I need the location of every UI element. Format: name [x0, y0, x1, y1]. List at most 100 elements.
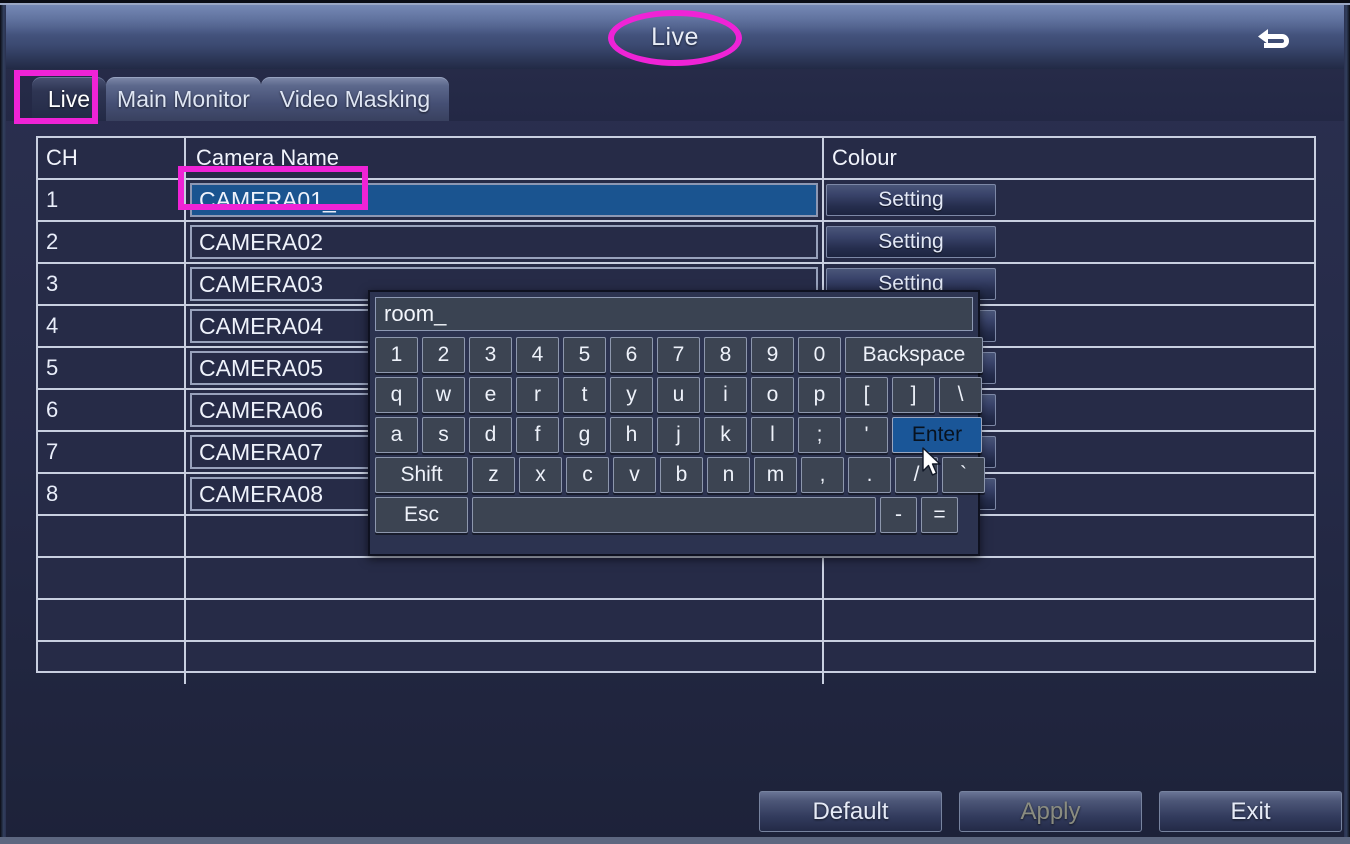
window-right-edge: [1344, 5, 1350, 838]
cell-colour: [824, 558, 1314, 598]
key-period[interactable]: .: [848, 457, 891, 493]
key-space[interactable]: [472, 497, 876, 533]
onscreen-keyboard: room_ 1 2 3 4 5 6 7 8 9 0 Backspace q w …: [368, 290, 980, 556]
key-y[interactable]: y: [610, 377, 653, 413]
camera-name-input[interactable]: CAMERA02: [190, 225, 818, 259]
key-h[interactable]: h: [610, 417, 653, 453]
apply-button[interactable]: Apply: [959, 791, 1142, 832]
key-1[interactable]: 1: [375, 337, 418, 373]
key-a[interactable]: a: [375, 417, 418, 453]
header-cell-colour: Colour: [824, 138, 1314, 178]
table-row-empty: [38, 600, 1314, 642]
cell-channel: 3: [38, 264, 186, 304]
key-6[interactable]: 6: [610, 337, 653, 373]
key-backtick[interactable]: `: [942, 457, 985, 493]
key-8[interactable]: 8: [704, 337, 747, 373]
key-s[interactable]: s: [422, 417, 465, 453]
cell-channel: 6: [38, 390, 186, 430]
key-t[interactable]: t: [563, 377, 606, 413]
key-m[interactable]: m: [754, 457, 797, 493]
cell-channel: [38, 642, 186, 684]
key-esc[interactable]: Esc: [375, 497, 468, 533]
header-cell-ch: CH: [38, 138, 186, 178]
key-o[interactable]: o: [751, 377, 794, 413]
key-v[interactable]: v: [613, 457, 656, 493]
tab-live[interactable]: Live: [32, 77, 106, 121]
key-x[interactable]: x: [519, 457, 562, 493]
window-left-edge: [0, 5, 6, 838]
key-g[interactable]: g: [563, 417, 606, 453]
key-slash[interactable]: /: [895, 457, 938, 493]
title-bar: Live: [6, 5, 1344, 69]
key-z[interactable]: z: [472, 457, 515, 493]
key-2[interactable]: 2: [422, 337, 465, 373]
back-arrow-icon[interactable]: [1252, 21, 1298, 57]
exit-button[interactable]: Exit: [1159, 791, 1342, 832]
key-i[interactable]: i: [704, 377, 747, 413]
colour-setting-button[interactable]: Setting: [826, 226, 996, 258]
table-row-empty: [38, 642, 1314, 684]
keyboard-text-field[interactable]: room_: [375, 297, 973, 331]
key-bracket-right[interactable]: ]: [892, 377, 935, 413]
key-w[interactable]: w: [422, 377, 465, 413]
key-b[interactable]: b: [660, 457, 703, 493]
cell-colour: Setting: [824, 180, 1314, 220]
cell-camera-name: CAMERA01_: [186, 180, 824, 220]
key-c[interactable]: c: [566, 457, 609, 493]
key-q[interactable]: q: [375, 377, 418, 413]
tab-main-monitor[interactable]: Main Monitor: [106, 77, 261, 121]
key-5[interactable]: 5: [563, 337, 606, 373]
key-enter[interactable]: Enter: [892, 417, 982, 453]
window-bottom-edge-inner: [0, 837, 1350, 844]
cell-channel: 8: [38, 474, 186, 514]
key-p[interactable]: p: [798, 377, 841, 413]
key-k[interactable]: k: [704, 417, 747, 453]
table-row-empty: [38, 558, 1314, 600]
cell-channel: [38, 516, 186, 556]
cell-channel: 1: [38, 180, 186, 220]
cell-channel: [38, 558, 186, 598]
key-semicolon[interactable]: ;: [798, 417, 841, 453]
key-comma[interactable]: ,: [801, 457, 844, 493]
cell-channel: 2: [38, 222, 186, 262]
header-cell-colour-label: Colour: [826, 145, 897, 171]
key-7[interactable]: 7: [657, 337, 700, 373]
cell-camera-name: [186, 558, 824, 598]
keyboard-row-home: a s d f g h j k l ; ' Enter: [375, 417, 973, 453]
keyboard-row-bottom: Shift z x c v b n m , . / `: [375, 457, 973, 493]
key-4[interactable]: 4: [516, 337, 559, 373]
cell-channel: 5: [38, 348, 186, 388]
key-3[interactable]: 3: [469, 337, 512, 373]
colour-setting-button[interactable]: Setting: [826, 184, 996, 216]
key-backspace[interactable]: Backspace: [845, 337, 983, 373]
cell-channel: 7: [38, 432, 186, 472]
cell-colour: [824, 642, 1314, 684]
key-apostrophe[interactable]: ': [845, 417, 888, 453]
table-row: 2 CAMERA02 Setting: [38, 222, 1314, 264]
key-l[interactable]: l: [751, 417, 794, 453]
key-d[interactable]: d: [469, 417, 512, 453]
key-e[interactable]: e: [469, 377, 512, 413]
key-bracket-left[interactable]: [: [845, 377, 888, 413]
camera-name-input[interactable]: CAMERA01_: [190, 183, 818, 217]
key-equals[interactable]: =: [921, 497, 958, 533]
dvr-live-settings-window: Live Live Main Monitor Video Masking CH …: [0, 0, 1350, 844]
key-shift[interactable]: Shift: [375, 457, 468, 493]
cell-channel: [38, 600, 186, 640]
key-u[interactable]: u: [657, 377, 700, 413]
table-row: 1 CAMERA01_ Setting: [38, 180, 1314, 222]
key-j[interactable]: j: [657, 417, 700, 453]
key-f[interactable]: f: [516, 417, 559, 453]
tab-video-masking[interactable]: Video Masking: [261, 77, 449, 121]
key-r[interactable]: r: [516, 377, 559, 413]
default-button[interactable]: Default: [759, 791, 942, 832]
key-minus[interactable]: -: [880, 497, 917, 533]
key-9[interactable]: 9: [751, 337, 794, 373]
key-0[interactable]: 0: [798, 337, 841, 373]
tab-bar: Live Main Monitor Video Masking: [6, 69, 1344, 121]
key-backslash[interactable]: \: [939, 377, 982, 413]
cell-camera-name: [186, 600, 824, 640]
key-n[interactable]: n: [707, 457, 750, 493]
cell-colour: [824, 600, 1314, 640]
header-cell-camera-name: Camera Name: [186, 138, 824, 178]
